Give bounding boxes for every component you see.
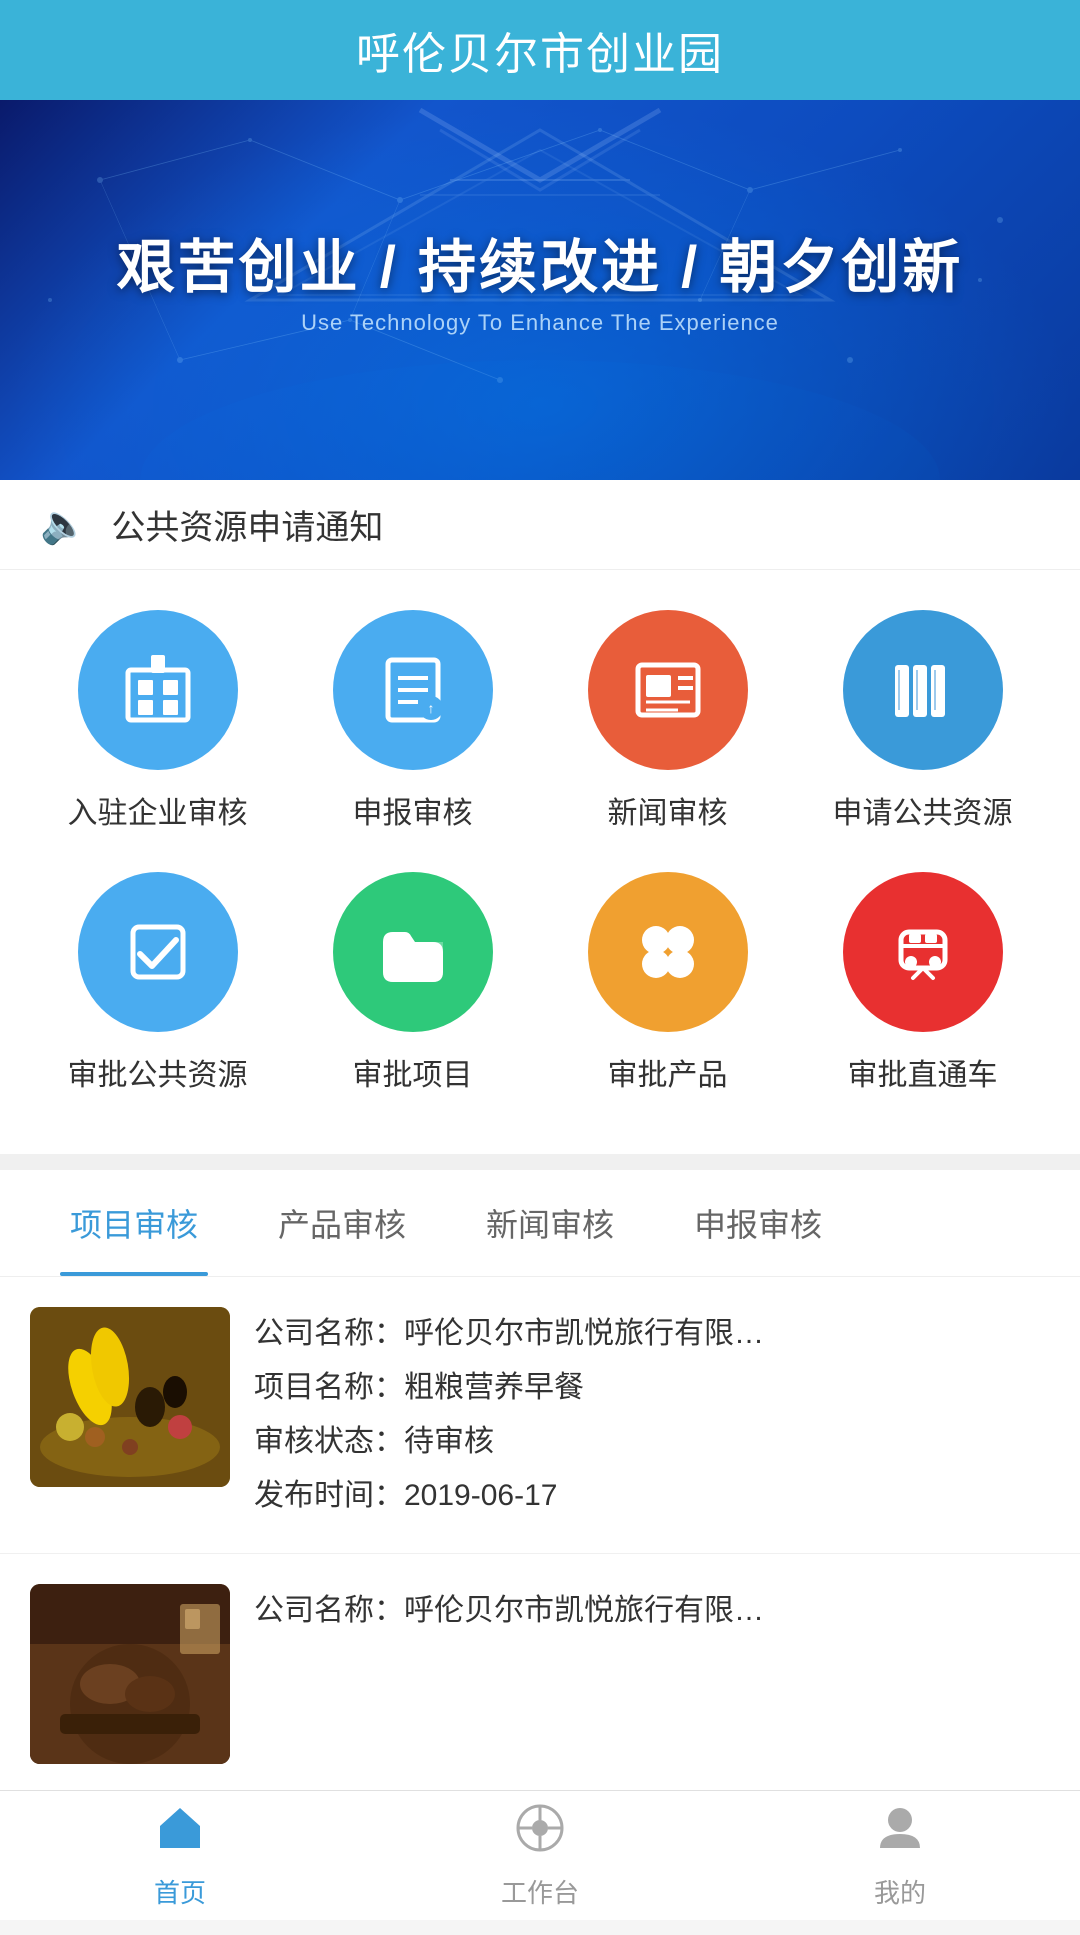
project-name-1: 项目名称：粗粮营养早餐 [254, 1361, 1050, 1415]
folder-icon [373, 912, 453, 992]
speaker-icon: 🔈 [40, 503, 87, 547]
item-details-1: 公司名称：呼伦贝尔市凯悦旅行有限… 项目名称：粗粮营养早餐 审核状态：待审核 发… [254, 1307, 1050, 1523]
action-label-7: 审批产品 [608, 1050, 728, 1094]
notification-text: 公共资源申请通知 [111, 500, 383, 549]
action-approve-express[interactable]: 审批直通车 [813, 872, 1033, 1094]
action-label-4: 申请公共资源 [833, 788, 1013, 832]
publish-date-1: 发布时间：2019-06-17 [254, 1469, 1050, 1523]
review-status-1: 审核状态：待审核 [254, 1415, 1050, 1469]
building-icon [118, 650, 198, 730]
nav-workspace[interactable]: 工作台 [440, 1802, 640, 1910]
approve-icon [118, 912, 198, 992]
action-label-3: 新闻审核 [608, 788, 728, 832]
banner-main-text: 艰苦创业 / 持续改进 / 朝夕创新 [117, 220, 964, 304]
action-label-2: 申报审核 [353, 788, 473, 832]
workspace-icon [514, 1802, 566, 1867]
home-icon [154, 1802, 206, 1867]
action-icon-bg-6 [333, 872, 493, 1032]
app-header: 呼伦贝尔市创业园 [0, 0, 1080, 100]
tab-report-review[interactable]: 申报审核 [654, 1170, 862, 1276]
item-image-2 [30, 1584, 230, 1764]
nav-profile[interactable]: 我的 [800, 1802, 1000, 1910]
svg-text:↑: ↑ [427, 700, 434, 716]
banner-sub-text: Use Technology To Enhance The Experience [301, 310, 779, 336]
list-item[interactable]: 公司名称：呼伦贝尔市凯悦旅行有限… 项目名称：粗粮营养早餐 审核状态：待审核 发… [0, 1277, 1080, 1554]
company-name-1: 公司名称：呼伦贝尔市凯悦旅行有限… [254, 1307, 1050, 1361]
item-image-1 [30, 1307, 230, 1487]
report-icon: ↑ [373, 650, 453, 730]
action-approve-resources[interactable]: 审批公共资源 [48, 872, 268, 1094]
company-name-2: 公司名称：呼伦贝尔市凯悦旅行有限… [254, 1584, 1050, 1638]
banner-chevron [380, 100, 700, 200]
list-item[interactable]: 公司名称：呼伦贝尔市凯悦旅行有限… [0, 1554, 1080, 1795]
action-label-5: 审批公共资源 [68, 1050, 248, 1094]
item-details-2: 公司名称：呼伦贝尔市凯悦旅行有限… [254, 1584, 1050, 1764]
action-approve-project[interactable]: 审批项目 [303, 872, 523, 1094]
news-icon [628, 650, 708, 730]
subway-icon [883, 912, 963, 992]
action-label-8: 审批直通车 [848, 1050, 998, 1094]
action-approve-product[interactable]: 审批产品 [558, 872, 778, 1094]
nav-home-label: 首页 [154, 1873, 206, 1910]
project-list: 公司名称：呼伦贝尔市凯悦旅行有限… 项目名称：粗粮营养早餐 审核状态：待审核 发… [0, 1277, 1080, 1795]
bottom-navigation: 首页 工作台 我的 [0, 1790, 1080, 1920]
tabs-row: 项目审核 产品审核 新闻审核 申报审核 [0, 1170, 1080, 1276]
grid-icon [628, 912, 708, 992]
action-enterprise-review[interactable]: 入驻企业审核 [48, 610, 268, 832]
action-icon-bg-8 [843, 872, 1003, 1032]
action-icon-bg-1 [78, 610, 238, 770]
profile-icon [874, 1802, 926, 1867]
food-svg-2 [30, 1584, 230, 1764]
books-icon [883, 650, 963, 730]
action-apply-resources[interactable]: 申请公共资源 [813, 610, 1033, 832]
food-svg-1 [30, 1307, 230, 1487]
action-icon-bg-7 [588, 872, 748, 1032]
action-icon-bg-2: ↑ [333, 610, 493, 770]
tab-project-review[interactable]: 项目审核 [30, 1170, 238, 1276]
action-icon-bg-5 [78, 872, 238, 1032]
quick-actions-row-1: 入驻企业审核 ↑ 申报审核 [30, 610, 1050, 832]
nav-home[interactable]: 首页 [80, 1802, 280, 1910]
hero-banner: 艰苦创业 / 持续改进 / 朝夕创新 Use Technology To Enh… [0, 100, 1080, 480]
quick-actions-row-2: 审批公共资源 审批项目 审批产品 [30, 872, 1050, 1094]
app-title: 呼伦贝尔市创业园 [356, 18, 724, 82]
tab-news-review[interactable]: 新闻审核 [446, 1170, 654, 1276]
action-icon-bg-3 [588, 610, 748, 770]
action-news-review[interactable]: 新闻审核 [558, 610, 778, 832]
nav-profile-label: 我的 [874, 1873, 926, 1910]
tab-product-review[interactable]: 产品审核 [238, 1170, 446, 1276]
tabs-container: 项目审核 产品审核 新闻审核 申报审核 [0, 1170, 1080, 1277]
section-divider [0, 1154, 1080, 1170]
action-icon-bg-4 [843, 610, 1003, 770]
notification-bar[interactable]: 🔈 公共资源申请通知 [0, 480, 1080, 570]
action-label-6: 审批项目 [353, 1050, 473, 1094]
action-report-review[interactable]: ↑ 申报审核 [303, 610, 523, 832]
quick-actions-section: 入驻企业审核 ↑ 申报审核 [0, 570, 1080, 1154]
nav-workspace-label: 工作台 [501, 1873, 579, 1910]
action-label-1: 入驻企业审核 [68, 788, 248, 832]
